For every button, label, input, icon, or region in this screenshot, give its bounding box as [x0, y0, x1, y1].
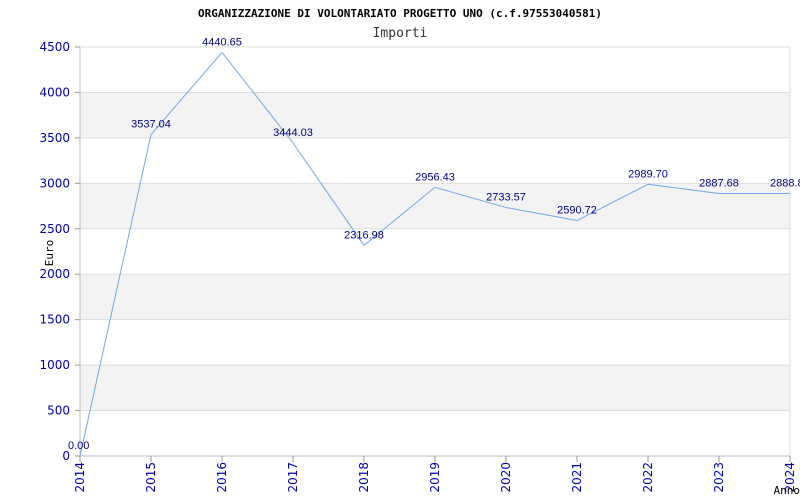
x-tick-label: 2014 [73, 462, 87, 493]
y-tick-label: 2500 [39, 222, 70, 236]
data-label: 0.00 [68, 440, 89, 452]
x-tick-labels: 2014 2015 2016 2017 2018 2019 2020 2021 2022 2023… [73, 462, 797, 493]
x-tick-label: 2022 [641, 462, 655, 493]
data-label: 3444.03 [273, 127, 313, 139]
y-tick-label: 1500 [39, 313, 70, 327]
data-label: 2989.70 [628, 168, 668, 180]
y-axis-label: Euro [43, 240, 56, 267]
x-tick-label: 2021 [570, 462, 584, 493]
x-tick-label: 2023 [712, 462, 726, 493]
x-tick-label: 2019 [428, 462, 442, 493]
x-tick-label: 2017 [286, 462, 300, 493]
x-axis-label: Anno [774, 484, 800, 497]
plot-band [80, 92, 790, 138]
data-label: 2590.72 [557, 205, 597, 217]
data-label: 2887.68 [699, 178, 739, 190]
plot-bands [80, 92, 790, 411]
data-label: 2733.57 [486, 192, 526, 204]
plot-band [80, 274, 790, 320]
data-label: 4440.65 [202, 36, 242, 48]
x-tick-label: 2016 [215, 462, 229, 493]
plot-band [80, 365, 790, 411]
data-label: 2956.43 [415, 171, 455, 183]
x-tick-label: 2018 [357, 462, 371, 493]
data-label: 3537.04 [131, 119, 171, 131]
line-chart: 050010001500200025003000350040004500 201… [39, 7, 800, 497]
x-tick-label: 2020 [499, 462, 513, 493]
y-tick-label: 4500 [39, 40, 70, 54]
data-label: 2888.8 [770, 177, 800, 189]
chart-subtitle: Importi [373, 26, 428, 41]
y-tick-label: 1000 [39, 358, 70, 372]
y-tick-label: 3000 [39, 176, 70, 190]
chart-title: ORGANIZZAZIONE DI VOLONTARIATO PROGETTO … [198, 7, 602, 20]
x-tick-label: 2015 [144, 462, 158, 493]
y-tick-label: 500 [47, 404, 70, 418]
data-label: 2316.98 [344, 229, 384, 241]
plot-band [80, 183, 790, 229]
y-tick-label: 3500 [39, 131, 70, 145]
y-tick-label: 2000 [39, 267, 70, 281]
y-tick-label: 4000 [39, 85, 70, 99]
